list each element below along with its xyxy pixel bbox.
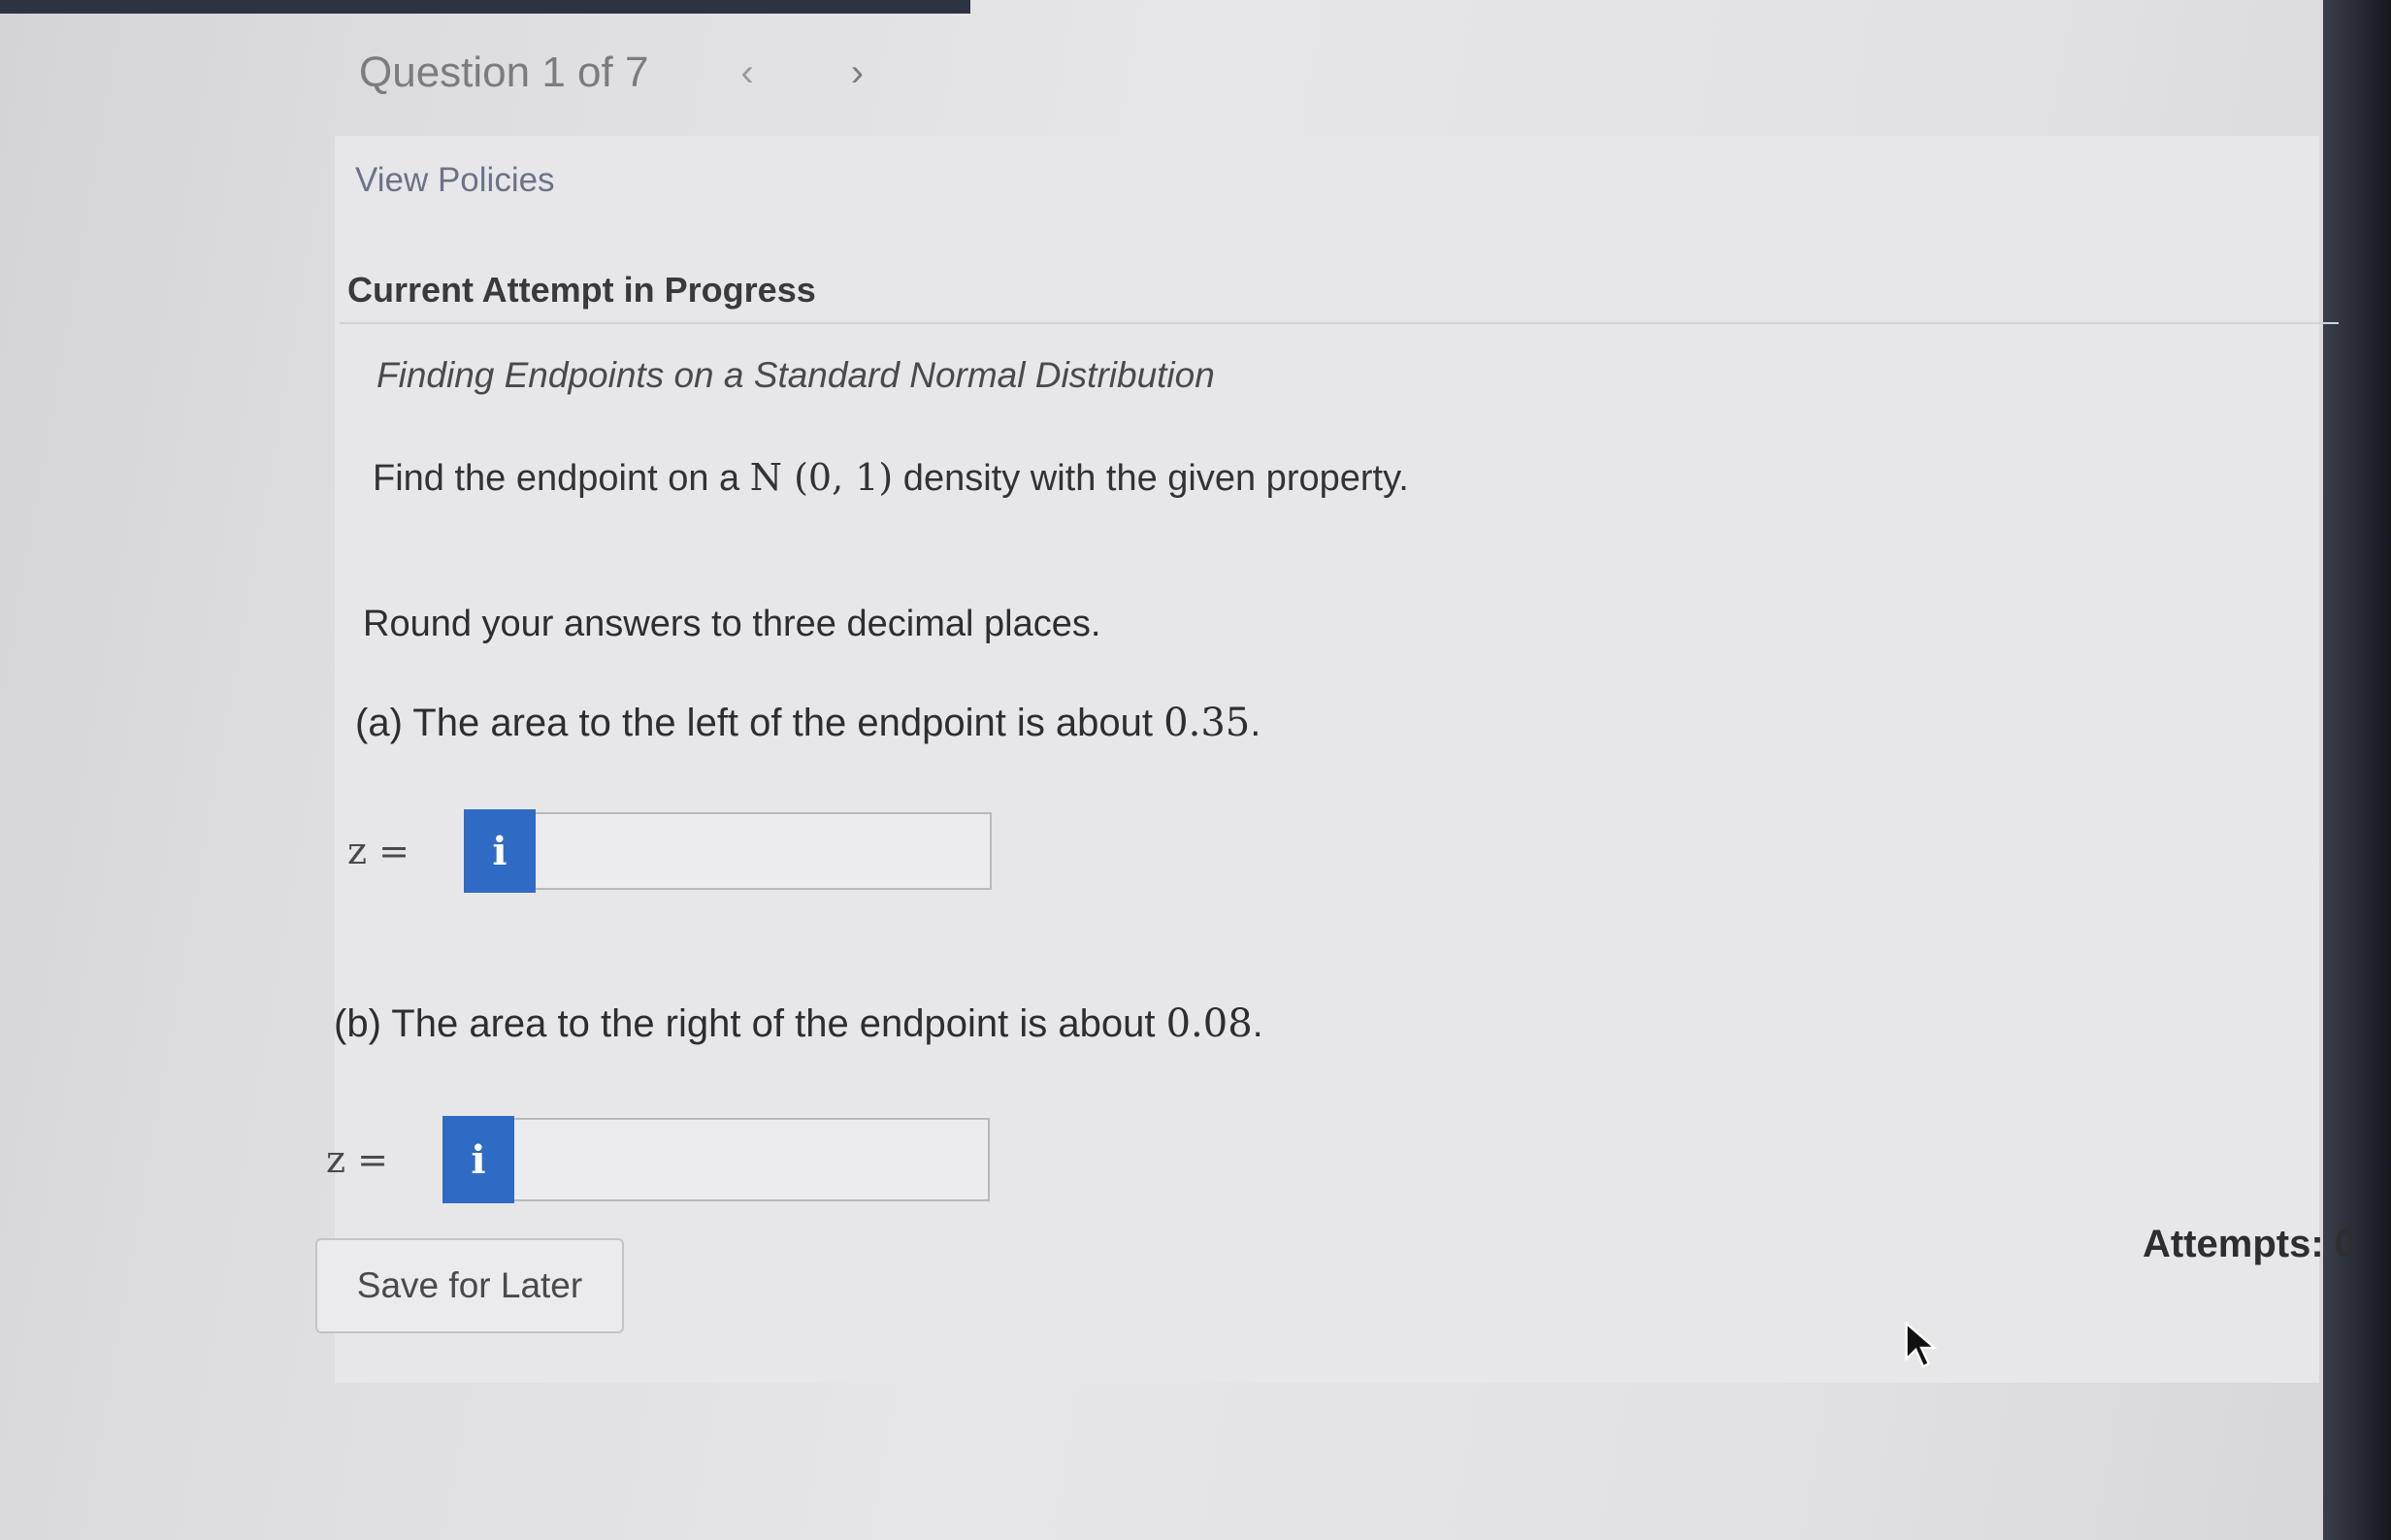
- part-b-period: .: [1252, 1002, 1263, 1045]
- save-for-later-button[interactable]: Save for Later: [315, 1238, 624, 1333]
- part-b-text: (b) The area to the right of the endpoin…: [334, 1002, 1166, 1045]
- part-a-value: 0.35: [1163, 701, 1251, 745]
- part-b-value: 0.08: [1165, 1001, 1253, 1046]
- info-icon[interactable]: i: [442, 1116, 514, 1203]
- part-b-label: (b) The area to the right of the endpoin…: [334, 1001, 1263, 1046]
- divider: [340, 322, 2339, 324]
- info-icon[interactable]: i: [464, 809, 536, 893]
- browser-top-bar: [0, 0, 970, 14]
- screen-bezel: [2323, 0, 2391, 1540]
- problem-title: Finding Endpoints on a Standard Normal D…: [377, 355, 1215, 395]
- part-a-answer-input[interactable]: [536, 812, 992, 890]
- problem-prompt: Find the endpoint on a N (0, 1) density …: [373, 456, 1409, 500]
- mouse-cursor-icon: [1905, 1322, 1938, 1368]
- rounding-instruction: Round your answers to three decimal plac…: [363, 604, 1101, 644]
- question-counter: Question 1 of 7: [359, 49, 649, 96]
- part-a-variable-label: z =: [347, 830, 409, 872]
- question-header: Question 1 of 7 ‹ ›: [359, 49, 864, 97]
- chevron-right-icon[interactable]: ›: [851, 53, 864, 92]
- distribution-notation: N (0, 1): [749, 456, 894, 499]
- part-a-answer-row: z = i: [347, 809, 992, 893]
- view-policies-link[interactable]: View Policies: [355, 161, 555, 200]
- chevron-left-icon[interactable]: ‹: [740, 53, 753, 92]
- section-title: Current Attempt in Progress: [347, 270, 816, 310]
- part-a-text: (a) The area to the left of the endpoint…: [355, 702, 1164, 744]
- part-b-variable-label: z =: [326, 1138, 388, 1181]
- prompt-text-start: Find the endpoint on a: [373, 458, 750, 499]
- part-a-period: .: [1250, 702, 1261, 744]
- part-b-answer-input[interactable]: [514, 1118, 990, 1201]
- part-b-answer-row: z = i: [326, 1116, 990, 1203]
- attempts-counter: Attempts: 0: [2143, 1223, 2357, 1265]
- prompt-text-end: density with the given property.: [893, 458, 1409, 499]
- part-a-label: (a) The area to the left of the endpoint…: [355, 701, 1261, 745]
